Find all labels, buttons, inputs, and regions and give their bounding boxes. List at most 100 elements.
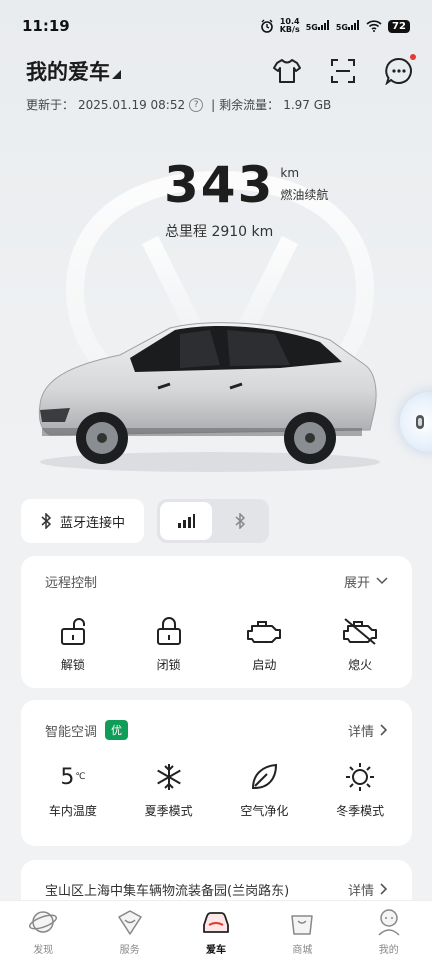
engine-start-label: 启动 [252, 658, 277, 672]
tab-service[interactable]: 服务 [95, 907, 165, 956]
status-time: 11:19 [22, 17, 70, 35]
car-image[interactable] [30, 310, 390, 490]
ac-details-label: 详情 [347, 724, 374, 740]
alarm-icon [260, 19, 273, 33]
engine-start-button[interactable]: 启动 [219, 614, 309, 673]
location-address: 宝山区上海中集车辆物流装备园(兰岗路东) [45, 883, 290, 899]
status-bar: 11:19 10.4 KB/s 5G 5G 72 [0, 0, 432, 52]
tab-my-car[interactable]: 爱车 [181, 907, 251, 956]
fuel-range: 343 km 燃油续航 [164, 158, 328, 212]
range-value: 343 [164, 156, 275, 214]
lock-icon [156, 617, 181, 645]
updated-time: 2025.01.19 08:52 [78, 97, 186, 112]
cabin-temperature: 5 ℃ 车内温度 [28, 760, 118, 819]
service-icon [117, 910, 142, 935]
tab-label: 商城 [292, 945, 313, 956]
chevron-down-icon [376, 577, 388, 585]
lock-button[interactable]: 闭锁 [124, 614, 214, 673]
tab-label: 爱车 [205, 945, 226, 956]
engine-off-icon [343, 618, 378, 645]
signal-bars-icon [348, 20, 359, 30]
header-actions [270, 54, 416, 88]
range-unit: km [280, 166, 300, 180]
expand-button[interactable]: 展开 [344, 572, 388, 591]
location-details-label: 详情 [347, 883, 374, 899]
expand-label: 展开 [343, 575, 370, 591]
tab-label: 发现 [33, 945, 54, 956]
location-details-button[interactable]: 详情 [348, 880, 388, 899]
bluetooth-icon [41, 513, 52, 529]
remote-control-card: 远程控制 展开 解锁 闭锁 启动 熄火 [21, 556, 412, 688]
updated-label: 更新于： [26, 98, 75, 112]
lock-label: 闭锁 [156, 658, 181, 672]
profile-icon [378, 909, 400, 936]
snowflake-icon [156, 764, 181, 790]
update-info: 更新于： 2025.01.19 08:52 ? | 剩余流量： 1.97 GB [26, 96, 331, 113]
planet-icon [29, 911, 58, 933]
winter-mode-label: 冬季模式 [336, 804, 385, 818]
engine-off-button[interactable]: 熄火 [315, 614, 405, 673]
page-title: 我的爱车 [26, 60, 110, 84]
ac-quality-badge: 优 [105, 720, 129, 740]
signal-2: 5G [336, 20, 360, 32]
tab-label: 服务 [119, 945, 140, 956]
cabin-temp-label: 车内温度 [48, 804, 97, 818]
engine-start-icon [247, 621, 282, 643]
sun-icon [346, 763, 375, 791]
summer-mode-button[interactable]: 夏季模式 [124, 760, 214, 819]
chevron-right-icon [380, 724, 388, 736]
range-label: 燃油续航 [280, 188, 329, 202]
smart-ac-card: 智能空调 优 详情 5 ℃ 车内温度 夏季模式 空气净化 冬季模式 [21, 700, 412, 846]
data-remaining-value: 1.97 GB [283, 97, 332, 112]
temperature-unit: ℃ [75, 772, 86, 782]
tab-mall[interactable]: 商城 [267, 907, 337, 956]
winter-mode-button[interactable]: 冬季模式 [315, 760, 405, 819]
odometer: 总里程 2910 km [165, 224, 274, 240]
chat-bubble-icon [385, 57, 412, 85]
chevron-right-icon [380, 883, 388, 895]
tab-discover[interactable]: 发现 [8, 907, 78, 956]
signal-bars-icon [317, 20, 329, 30]
unlock-button[interactable]: 解锁 [28, 614, 118, 673]
temperature-value: 5 [60, 764, 75, 790]
side-assistant-button[interactable] [400, 392, 432, 452]
car-icon [203, 912, 229, 933]
ac-title: 智能空调 [45, 724, 98, 740]
cellular-signal-icon [178, 514, 195, 528]
tshirt-button[interactable] [270, 54, 304, 88]
data-remaining-label: 剩余流量： [219, 98, 280, 112]
cellular-mode-button[interactable] [160, 502, 212, 540]
leaf-icon [252, 763, 278, 789]
engine-off-label: 熄火 [348, 658, 373, 672]
bluetooth-label: 蓝牙连接中 [59, 515, 125, 531]
scan-button[interactable] [326, 54, 360, 88]
connection-mode-toggle [157, 499, 269, 543]
help-icon[interactable]: ? [189, 97, 204, 112]
signal-1: 5G [306, 20, 330, 32]
header: 我的爱车 [26, 54, 416, 88]
air-purify-label: 空气净化 [240, 804, 289, 818]
battery-indicator: 72 [388, 19, 410, 33]
tab-profile[interactable]: 我的 [354, 907, 424, 956]
unlock-label: 解锁 [60, 658, 85, 672]
summer-mode-label: 夏季模式 [144, 804, 193, 818]
remote-title: 远程控制 [45, 575, 98, 591]
bottom-tab-bar: 发现 服务 爱车 商城 我的 [0, 900, 432, 960]
car-selector[interactable]: 我的爱车 [26, 56, 121, 86]
air-purify-button[interactable]: 空气净化 [219, 760, 309, 819]
wifi-icon [366, 20, 382, 32]
bluetooth-mode-button[interactable] [214, 502, 266, 540]
scan-icon [331, 59, 355, 83]
net-speed: 10.4 KB/s [279, 17, 300, 34]
messages-button[interactable] [382, 54, 416, 88]
unlock-icon [60, 618, 85, 645]
bluetooth-icon [235, 513, 246, 529]
bluetooth-status[interactable]: 蓝牙连接中 [21, 499, 144, 543]
ac-details-button[interactable]: 详情 [348, 721, 388, 740]
tshirt-icon [273, 59, 301, 83]
caret-down-icon [112, 69, 121, 79]
shopping-bag-icon [291, 915, 314, 935]
separator: | [211, 97, 216, 112]
tab-label: 我的 [378, 945, 399, 956]
notification-dot [410, 54, 416, 60]
